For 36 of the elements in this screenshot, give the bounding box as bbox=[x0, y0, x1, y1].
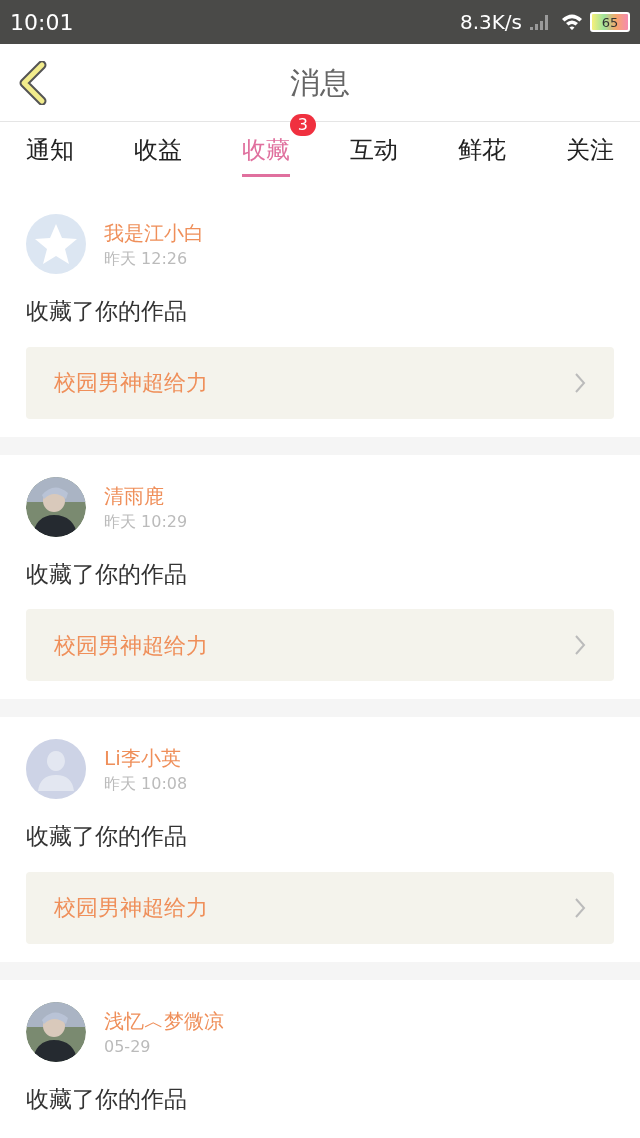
message-time: 昨天 10:08 bbox=[104, 773, 188, 795]
battery-level: 65 bbox=[601, 15, 619, 29]
message-text: 收藏了你的作品 bbox=[26, 559, 188, 589]
message-time: 05-29 bbox=[104, 1035, 152, 1058]
work-link[interactable]: 校园男神超给力 bbox=[26, 609, 614, 681]
message-text: 收藏了你的作品 bbox=[26, 297, 188, 326]
chevron-right-icon bbox=[574, 896, 586, 919]
user-name[interactable]: 我是江小白 bbox=[104, 218, 204, 248]
person-avatar-icon bbox=[26, 739, 86, 799]
network-speed: 8.3K/s bbox=[459, 9, 522, 36]
star-avatar-icon bbox=[26, 214, 86, 274]
user-name[interactable]: 浅忆︿梦微凉 bbox=[104, 1005, 224, 1036]
page-title: 消息 bbox=[290, 64, 350, 102]
work-title: 校园男神超给力 bbox=[54, 894, 208, 922]
back-icon[interactable] bbox=[18, 60, 48, 105]
count-badge: 3 bbox=[289, 113, 316, 136]
message-time: 昨天 12:26 bbox=[104, 248, 189, 270]
work-title: 校园男神超给力 bbox=[54, 369, 208, 397]
wifi-icon bbox=[560, 12, 584, 32]
user-name[interactable]: Li李小英 bbox=[104, 743, 188, 773]
tab[interactable]: 通知 bbox=[26, 129, 74, 177]
user-name[interactable]: 清雨鹿 bbox=[104, 480, 188, 511]
chevron-right-icon bbox=[574, 371, 586, 394]
chevron-right-icon bbox=[574, 634, 586, 656]
message-time: 昨天 10:29 bbox=[104, 510, 188, 533]
work-link[interactable]: 校园男神超给力 bbox=[26, 346, 614, 419]
tab[interactable]: 收益 bbox=[134, 129, 182, 177]
work-title: 校园男神超给力 bbox=[54, 631, 208, 660]
tab[interactable]: 关注 bbox=[566, 129, 614, 177]
message-text: 收藏了你的作品 bbox=[26, 1084, 188, 1114]
tab[interactable]: 鲜花 bbox=[458, 129, 506, 177]
tab[interactable]: 互动 bbox=[350, 129, 398, 177]
message-text: 收藏了你的作品 bbox=[26, 822, 188, 851]
work-link[interactable]: 校园男神超给力 bbox=[26, 871, 614, 944]
tab[interactable]: 收藏 bbox=[242, 129, 290, 177]
clock: 10:01 bbox=[10, 8, 74, 37]
